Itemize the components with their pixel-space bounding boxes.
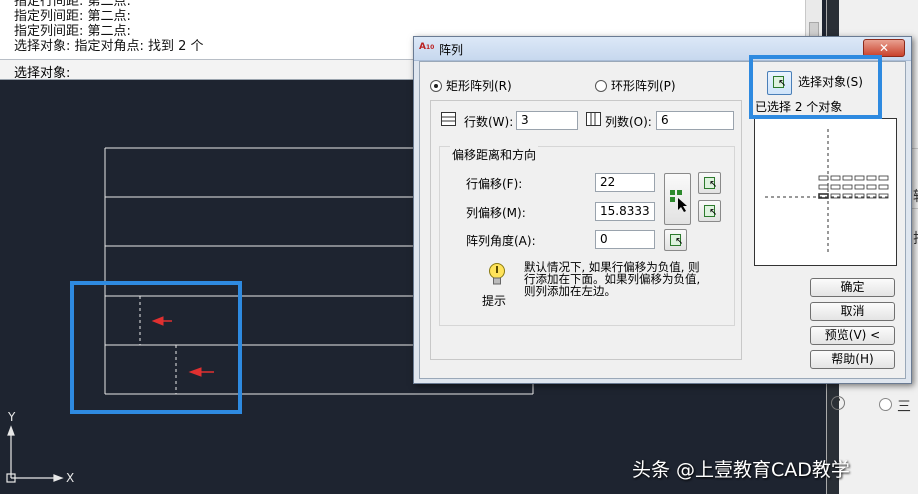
pick-angle-button[interactable]: ↖ [664, 229, 687, 251]
side-text: 转 [913, 186, 918, 206]
preview-graphic [765, 129, 891, 255]
ucs-y-label: Y [8, 410, 16, 424]
pick-both-offsets-icon [670, 190, 687, 212]
polar-array-radio[interactable]: 环形阵列(P) [595, 77, 676, 94]
history-line: 指定行间距: 第二点: [14, 0, 131, 9]
tip-label: 提示 [482, 294, 507, 308]
radio-on-icon [430, 79, 442, 92]
preview-button[interactable]: 预览(V) < [810, 326, 895, 345]
ucs-x-label: X [66, 471, 75, 485]
ucs-icon [6, 425, 64, 483]
rows-icon [441, 112, 456, 126]
command-prompt: 选择对象: [14, 66, 71, 81]
offset-group: 偏移距离和方向 行偏移(F): 22 列偏移(M): 15.8333 阵列角度(… [439, 146, 735, 326]
history-line: 指定列间距: 第二点: [14, 24, 131, 39]
help-button[interactable]: 帮助(H) [810, 350, 895, 369]
select-objects-highlight [749, 55, 882, 119]
array-angle-input[interactable]: 0 [595, 230, 655, 249]
side-text: 拉 [913, 228, 918, 248]
radio-off-icon [595, 79, 607, 92]
pick-row-offset-button[interactable]: ↖ [698, 172, 721, 194]
pick-both-offsets-button[interactable] [664, 173, 691, 225]
tip-text-line: 则列添加在左边。 [524, 284, 616, 298]
side-text: 三 [897, 399, 911, 415]
polar-array-label: 环形阵列(P) [611, 79, 676, 93]
col-offset-input[interactable]: 15.8333 [595, 202, 655, 221]
rows-label: 行数(W): [464, 115, 514, 129]
settings-panel: 行数(W): 3 列数(O): 6 偏移距离和方向 行偏移(F): 22 列偏移… [430, 100, 742, 360]
radio-icon[interactable] [879, 398, 892, 411]
selection-highlight [70, 281, 242, 414]
history-line: 选择对象: 指定对角点: 找到 2 个 [14, 39, 204, 54]
columns-label: 列数(O): [605, 115, 652, 129]
watermark: 头条 @上壹教育CAD教学 [632, 459, 850, 481]
offset-group-label: 偏移距离和方向 [450, 146, 539, 163]
cancel-button[interactable]: 取消 [810, 302, 895, 321]
array-angle-label: 阵列角度(A): [466, 234, 536, 248]
history-line: 指定列间距: 第二点: [14, 9, 131, 24]
cursor-icon: ↖ [709, 179, 718, 190]
dialog-title: 阵列 [439, 43, 464, 57]
columns-icon [586, 112, 601, 126]
row-offset-label: 行偏移(F): [466, 177, 523, 191]
rect-array-label: 矩形阵列(R) [446, 79, 512, 93]
pick-col-offset-button[interactable]: ↖ [698, 200, 721, 222]
autocad-icon: A10 [419, 42, 435, 52]
ok-button[interactable]: 确定 [810, 278, 895, 297]
row-offset-input[interactable]: 22 [595, 173, 655, 192]
cursor-icon: ↖ [675, 236, 684, 247]
col-offset-label: 列偏移(M): [466, 206, 526, 220]
preview-pane [754, 118, 897, 266]
rect-array-radio[interactable]: 矩形阵列(R) [430, 77, 512, 94]
rows-input[interactable]: 3 [516, 111, 578, 130]
cursor-icon: ↖ [709, 207, 718, 218]
help-icon[interactable]: ? [831, 396, 845, 410]
lightbulb-icon [489, 263, 505, 285]
columns-input[interactable]: 6 [656, 111, 734, 130]
